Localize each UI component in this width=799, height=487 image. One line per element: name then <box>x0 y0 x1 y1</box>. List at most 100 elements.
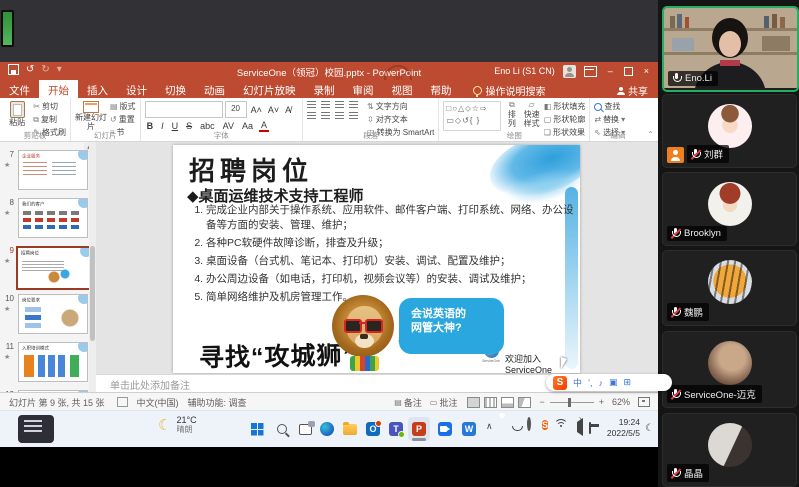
shapes-gallery[interactable]: □○△⬦☆⇨ ▭◇↺{ } <box>443 101 501 131</box>
font-name-select[interactable] <box>145 101 223 118</box>
minimize-button[interactable]: – <box>605 66 616 76</box>
font-size-input[interactable]: 20 <box>225 101 247 118</box>
fit-to-window-button[interactable] <box>638 397 650 407</box>
tab-design[interactable]: 设计 <box>117 80 156 98</box>
language-status[interactable]: 中文(中国) <box>137 396 179 409</box>
reading-view-button[interactable] <box>501 397 514 408</box>
start-button[interactable] <box>246 417 268 441</box>
save-button[interactable] <box>8 64 19 75</box>
comments-toggle[interactable]: 批注 <box>439 396 457 409</box>
share-button[interactable]: 共享 <box>617 80 658 98</box>
slide-11-thumbnail[interactable]: 入职培训模式 <box>18 342 88 382</box>
paste-button[interactable]: 粘贴 <box>4 101 30 132</box>
reset-button[interactable]: ↺重置 <box>110 114 136 125</box>
restore-button[interactable] <box>624 67 633 76</box>
cut-button[interactable]: ✂剪切 <box>33 101 66 112</box>
account-avatar[interactable] <box>563 65 576 78</box>
undo-button[interactable]: ↺ <box>26 64 34 75</box>
tab-transitions[interactable]: 切换 <box>156 80 195 98</box>
tab-record[interactable]: 录制 <box>305 80 344 98</box>
participant-tile[interactable]: ServiceOne-迈克 <box>662 331 797 408</box>
ime-skin-icon[interactable]: ⊞ <box>624 377 632 388</box>
normal-view-button[interactable] <box>467 397 480 408</box>
taskbar-clock[interactable]: 19:24 2022/5/5 <box>607 417 640 439</box>
align-right-button[interactable] <box>335 112 344 119</box>
copy-button[interactable]: ⧉复制 <box>33 114 66 125</box>
participant-tile[interactable]: 刘群 <box>662 94 797 168</box>
meeting-app-button[interactable] <box>434 417 456 441</box>
zoom-level[interactable]: 62% <box>612 397 630 407</box>
accessibility-status[interactable]: 辅助功能: 调查 <box>188 396 247 409</box>
numbering-button[interactable] <box>321 101 330 108</box>
battery-tray-icon[interactable] <box>589 423 591 433</box>
slide-8-thumbnail[interactable]: 我们的客户 <box>18 198 88 238</box>
settings-tray-icon[interactable] <box>527 419 531 429</box>
ribbon-display-options-button[interactable] <box>584 66 597 77</box>
qat-customize-button[interactable]: ▾ <box>57 64 62 75</box>
zoom-out-button[interactable]: − <box>539 397 544 407</box>
layout-button[interactable]: ▤版式 <box>110 101 136 112</box>
collapse-ribbon-button[interactable]: ⌃ <box>647 130 658 141</box>
indent-increase-button[interactable] <box>349 101 358 108</box>
align-text-button[interactable]: ⇳对齐文本 <box>367 114 434 125</box>
slide-7-thumbnail[interactable]: 企业服务 <box>18 150 88 190</box>
participant-tile[interactable]: 晶晶 <box>662 413 797 487</box>
tab-file[interactable]: 文件 <box>0 80 39 98</box>
file-explorer-button[interactable] <box>339 417 361 441</box>
arrange-button[interactable]: ⧉ 排列 <box>504 101 519 132</box>
edge-button[interactable] <box>316 417 338 441</box>
account-name[interactable]: Eno Li (S1 CN) <box>494 66 555 76</box>
shape-outline-button[interactable]: ▢形状轮廓 <box>544 114 586 125</box>
thumbnail-scrollbar[interactable] <box>89 141 96 392</box>
powerpoint-button-active[interactable]: P <box>408 417 430 441</box>
tell-me-search[interactable]: 操作说明搜索 <box>473 80 546 98</box>
sogou-tray-icon[interactable]: S <box>542 419 548 431</box>
shared-thumbnail[interactable] <box>1 10 14 47</box>
mic-tray-icon[interactable] <box>512 419 516 429</box>
ime-punctuation-toggle[interactable]: ’, <box>588 378 593 388</box>
outlook-button[interactable]: O <box>362 417 384 441</box>
tab-review[interactable]: 审阅 <box>344 80 383 98</box>
slide-9[interactable]: 招聘岗位 ◆桌面运维技术支持工程师 完成企业内部关于操作系统、应用软件、邮件客户… <box>173 145 580 373</box>
ime-mode-toggle[interactable]: 中 <box>573 376 582 389</box>
indent-decrease-button[interactable] <box>335 101 344 108</box>
floating-panel-icon[interactable] <box>18 415 54 443</box>
tray-expand-button[interactable]: ∧ <box>486 421 493 432</box>
teams-button[interactable]: T <box>385 417 407 441</box>
tab-home[interactable]: 开始 <box>39 80 78 98</box>
slideshow-button[interactable] <box>518 397 531 408</box>
new-slide-button[interactable]: 新建幻灯片 <box>75 101 107 132</box>
participant-tile-video[interactable]: Eno.Li <box>662 6 799 92</box>
shape-fill-button[interactable]: ◧形状填充 <box>544 101 586 112</box>
grow-font-button[interactable]: A˄ <box>249 105 264 115</box>
align-left-button[interactable] <box>307 112 316 119</box>
zoom-slider[interactable] <box>550 402 594 403</box>
text-direction-button[interactable]: ⇅文字方向 <box>367 101 434 112</box>
tab-help[interactable]: 帮助 <box>422 80 461 98</box>
bullets-button[interactable] <box>307 101 316 108</box>
spellcheck-icon[interactable] <box>117 397 128 407</box>
close-button[interactable]: × <box>641 66 652 76</box>
task-view-button[interactable] <box>294 417 316 441</box>
zoom-slider-thumb[interactable] <box>568 398 571 407</box>
participant-tile[interactable]: Brooklyn <box>662 172 797 246</box>
slide-10-thumbnail[interactable]: 岗位要求 <box>18 294 88 334</box>
tab-insert[interactable]: 插入 <box>78 80 117 98</box>
zoom-in-button[interactable]: + <box>599 397 604 407</box>
taskbar-search-button[interactable] <box>271 417 293 441</box>
wecom-button[interactable]: W <box>458 417 480 441</box>
redo-button[interactable]: ↻ <box>41 64 49 75</box>
replace-button[interactable]: ⇄替换 ▾ <box>594 114 625 125</box>
weather-widget[interactable]: ☾ 21°C 晴朗 <box>158 415 197 435</box>
justify-button[interactable] <box>349 112 358 119</box>
quick-styles-button[interactable]: ▱ 快速样式 <box>522 101 540 132</box>
ime-emoji-icon[interactable]: ▣ <box>609 377 618 388</box>
shrink-font-button[interactable]: A˅ <box>266 105 281 115</box>
slide-9-thumbnail-selected[interactable]: 招聘岗位 <box>16 246 91 290</box>
focus-assist-moon-icon[interactable]: ☾ <box>645 423 654 434</box>
sogou-logo-icon[interactable]: S <box>553 376 567 390</box>
participant-tile[interactable]: 魏鹏 <box>662 250 797 326</box>
tab-slideshow[interactable]: 幻灯片放映 <box>234 80 305 98</box>
ime-voice-icon[interactable]: ♪ <box>599 378 604 388</box>
find-button[interactable]: 查找 <box>594 101 625 112</box>
